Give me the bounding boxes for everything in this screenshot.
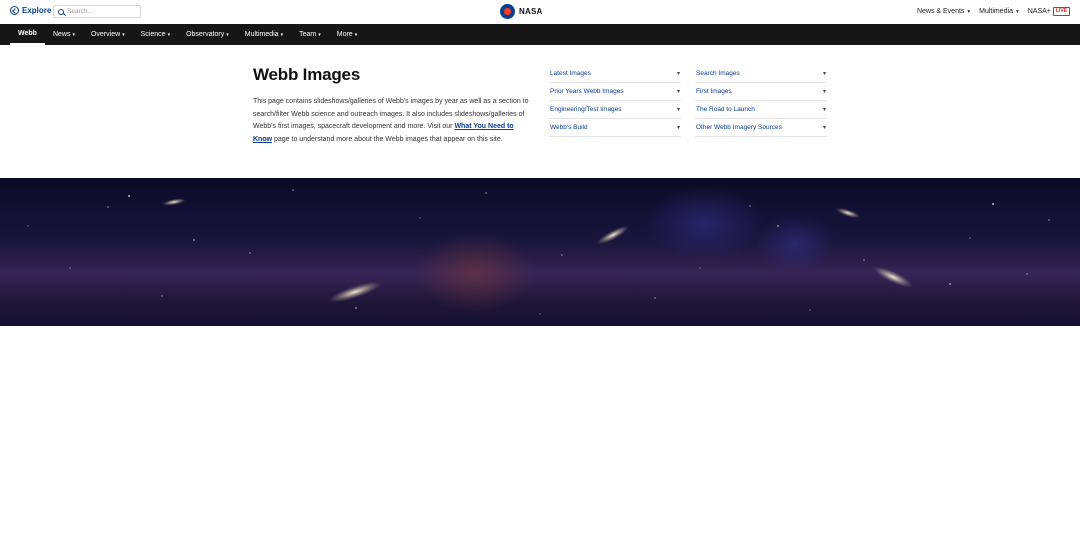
- chevron-down-icon: ▾: [676, 107, 680, 113]
- utility-links: News & Events ▾ Multimedia ▾ NASA+ LIVE: [917, 7, 1070, 16]
- nav-label: Multimedia: [244, 31, 279, 38]
- nasa-logo-icon: [500, 4, 515, 19]
- search-icon: [58, 8, 64, 15]
- webb-main-nav: Webb News ▾ Overview ▾ Science ▾ Observator…: [0, 24, 1080, 45]
- deep-field-illustration: [0, 185, 1080, 318]
- link-label: Prior Years Webb Images: [550, 88, 624, 95]
- chevron-down-icon: ▾: [72, 31, 75, 38]
- nav-item-observatory[interactable]: Observatory ▾: [178, 24, 237, 45]
- search-input[interactable]: [67, 8, 137, 15]
- chevron-down-icon: ▾: [822, 107, 826, 113]
- nav-item-team[interactable]: Team ▾: [291, 24, 329, 45]
- intro-text-2: page to understand more about the Webb i…: [272, 135, 503, 143]
- nav-label: Webb: [18, 30, 37, 37]
- nav-item-news[interactable]: News ▾: [45, 24, 83, 45]
- link-search-images[interactable]: Search Images ▾: [695, 65, 827, 83]
- nav-item-more[interactable]: More ▾: [329, 24, 365, 45]
- link-label: The Road to Launch: [696, 106, 755, 113]
- nav-label: Overview: [90, 31, 121, 38]
- nasa-brand[interactable]: NASA: [500, 4, 542, 19]
- link-label: Other Webb Imagery Sources: [696, 124, 782, 131]
- chevron-down-icon: ▾: [167, 31, 171, 38]
- chevron-down-icon: ▾: [280, 31, 284, 38]
- nasa-plus-label: NASA+: [1027, 8, 1051, 15]
- chevron-down-icon: ▾: [676, 71, 680, 77]
- nav-label: Observatory: [186, 31, 225, 38]
- intro-paragraph: This page contains slideshows/galleries …: [253, 96, 533, 146]
- link-latest-images[interactable]: Latest Images ▾: [549, 65, 681, 83]
- chevron-down-icon: ▾: [226, 31, 229, 38]
- link-label: Engineering/Test Images: [550, 106, 622, 113]
- section-links-left: Latest Images ▾ Prior Years Webb Images ▾ …: [549, 65, 681, 137]
- explore-icon: [10, 6, 19, 15]
- nav-label: More: [336, 31, 353, 38]
- nav-item-webb[interactable]: Webb: [10, 24, 45, 45]
- nav-items: Webb News ▾ Overview ▾ Science ▾ Observator…: [10, 24, 365, 45]
- link-label: Search Images: [696, 70, 740, 77]
- nav-label: Team: [299, 31, 317, 38]
- chevron-down-icon: ▾: [318, 31, 321, 38]
- explore-button[interactable]: Explore: [10, 6, 51, 15]
- link-other-sources[interactable]: Other Webb Imagery Sources ▾: [695, 119, 827, 137]
- chevron-down-icon: ▾: [676, 125, 680, 131]
- live-badge: LIVE: [1052, 7, 1070, 16]
- news-events-label: News & Events: [916, 8, 965, 15]
- chevron-down-icon: ▾: [967, 9, 971, 15]
- chevron-down-icon: ▾: [354, 31, 358, 38]
- deep-field-hero-image: [0, 178, 1080, 326]
- multimedia-label: Multimedia: [979, 8, 1013, 15]
- chevron-down-icon: ▾: [1015, 9, 1019, 15]
- news-events-link[interactable]: News & Events ▾: [917, 8, 970, 15]
- link-engineering-test[interactable]: Engineering/Test Images ▾: [549, 101, 681, 119]
- nav-label: Science: [140, 31, 166, 38]
- section-links-right: Search Images ▾ First Images ▾ The Road to…: [695, 65, 827, 137]
- top-utility-bar: Explore NASA News & Events ▾ Multimedia …: [0, 0, 1080, 24]
- link-first-images[interactable]: First Images ▾: [695, 83, 827, 101]
- page-title: Webb Images: [253, 65, 361, 84]
- chevron-down-icon: ▾: [676, 89, 680, 95]
- chevron-down-icon: ▾: [822, 89, 826, 95]
- nav-item-overview[interactable]: Overview ▾: [83, 24, 133, 45]
- nav-item-science[interactable]: Science ▾: [133, 24, 178, 45]
- link-prior-years[interactable]: Prior Years Webb Images ▾: [549, 83, 681, 101]
- brand-text: NASA: [519, 7, 543, 16]
- link-label: Latest Images: [550, 70, 591, 77]
- nav-label: News: [52, 31, 71, 38]
- chevron-down-icon: ▾: [822, 125, 826, 131]
- link-webbs-build[interactable]: Webb's Build ▾: [549, 119, 681, 137]
- search-box[interactable]: [53, 5, 141, 18]
- chevron-down-icon: ▾: [822, 71, 826, 77]
- link-label: First Images: [696, 88, 732, 95]
- multimedia-link[interactable]: Multimedia ▾: [979, 8, 1019, 15]
- link-road-to-launch[interactable]: The Road to Launch ▾: [695, 101, 827, 119]
- nav-item-multimedia[interactable]: Multimedia ▾: [237, 24, 291, 45]
- explore-label: Explore: [22, 6, 52, 15]
- link-label: Webb's Build: [550, 124, 588, 131]
- chevron-down-icon: ▾: [122, 31, 125, 38]
- nasa-plus-link[interactable]: NASA+ LIVE: [1028, 7, 1070, 16]
